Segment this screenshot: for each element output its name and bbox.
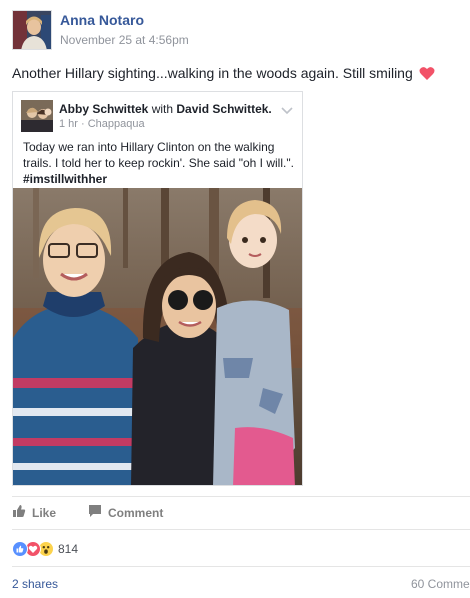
shared-author-avatar[interactable] xyxy=(21,100,53,132)
author-name[interactable]: Anna Notaro xyxy=(60,12,144,28)
post-text: Another Hillary sighting...walking in th… xyxy=(12,63,458,86)
tagged-name[interactable]: David Schwittek. xyxy=(176,102,271,116)
divider-bottom xyxy=(12,566,470,567)
comments-count-link[interactable]: 60 Comme xyxy=(411,577,470,591)
reaction-count[interactable]: 814 xyxy=(58,542,78,556)
comment-bubble-icon xyxy=(88,504,108,521)
post-timestamp[interactable]: November 25 at 4:56pm xyxy=(60,33,189,47)
shared-post-text: Today we ran into Hillary Clinton on the… xyxy=(23,139,297,187)
thumbs-up-icon xyxy=(12,504,32,521)
like-button[interactable]: Like xyxy=(12,504,56,521)
shared-post-body: Today we ran into Hillary Clinton on the… xyxy=(23,140,294,170)
reactions-summary[interactable]: 814 xyxy=(12,539,78,559)
comment-button[interactable]: Comment xyxy=(88,504,163,521)
hashtag-link[interactable]: #imstillwithher xyxy=(23,172,107,186)
post-actions: Like Comment xyxy=(12,504,452,524)
shared-post-card[interactable]: Abby Schwittek with David Schwittek. 1 h… xyxy=(12,91,303,486)
shares-link[interactable]: 2 shares xyxy=(12,577,58,591)
shared-post-header: Abby Schwittek with David Schwittek. 1 h… xyxy=(21,100,295,134)
chevron-down-icon[interactable] xyxy=(279,102,295,118)
shared-post-meta[interactable]: 1 hr · Chappaqua xyxy=(59,118,145,130)
like-icon xyxy=(12,541,28,557)
post-header: Anna Notaro November 25 at 4:56pm xyxy=(12,10,452,52)
author-avatar[interactable] xyxy=(12,10,52,50)
divider-top xyxy=(12,496,470,497)
post-text-content: Another Hillary sighting...walking in th… xyxy=(12,65,413,81)
with-word: with xyxy=(151,102,174,116)
comment-label: Comment xyxy=(108,505,164,520)
shared-post-photo[interactable] xyxy=(13,188,302,485)
heart-emoji-icon xyxy=(419,66,435,86)
shared-post-authors: Abby Schwittek with David Schwittek. xyxy=(59,102,272,116)
shared-author-name[interactable]: Abby Schwittek xyxy=(59,102,148,116)
divider-middle xyxy=(12,529,470,530)
like-label: Like xyxy=(32,505,57,520)
